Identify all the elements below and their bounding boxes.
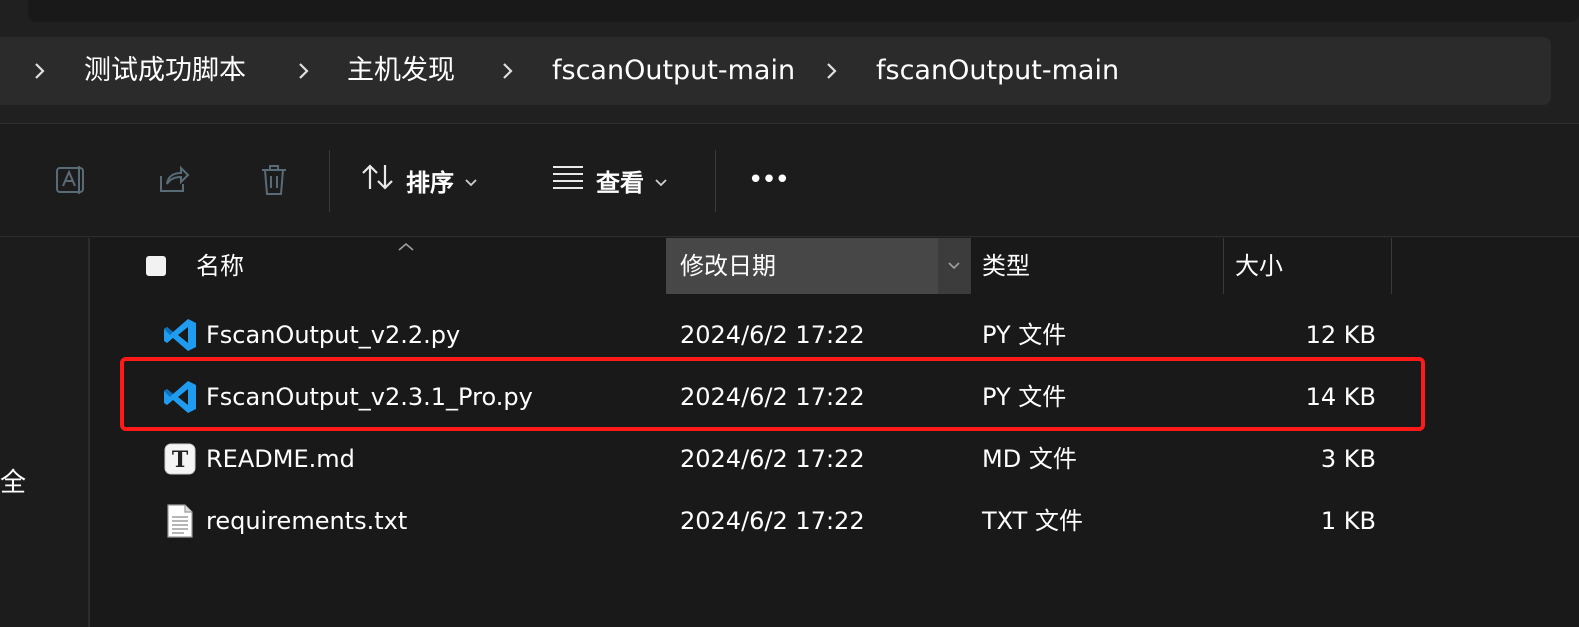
file-date: 2024/6/2 17:22 (680, 321, 865, 349)
sort-icon (360, 162, 396, 198)
markdown-file-icon: T (162, 441, 198, 477)
trash-icon[interactable] (254, 160, 294, 200)
chevron-right-icon[interactable] (292, 37, 316, 105)
toolbar-divider (715, 150, 716, 212)
navigation-pane (0, 238, 90, 627)
chevron-down-icon (464, 166, 478, 194)
select-all-checkbox[interactable] (146, 256, 166, 276)
view-button[interactable]: 查看 (550, 154, 668, 206)
column-dropdown[interactable] (938, 238, 970, 294)
file-type: PY 文件 (982, 383, 1067, 411)
list-view-icon (550, 164, 586, 196)
file-row[interactable]: FscanOutput_v2.3.1_Pro.py 2024/6/2 17:22… (90, 366, 1579, 428)
nav-item-partial[interactable]: 全 (0, 462, 26, 499)
file-size: 3 KB (1320, 445, 1376, 473)
file-size: 12 KB (1305, 321, 1376, 349)
file-name: README.md (206, 445, 355, 473)
file-row[interactable]: requirements.txt 2024/6/2 17:22 TXT 文件 1… (90, 490, 1579, 552)
column-header-type[interactable]: 类型 (982, 238, 1030, 294)
chevron-right-icon[interactable] (820, 37, 844, 105)
breadcrumb-item-fscanoutput-main[interactable]: fscanOutput-main (552, 37, 795, 105)
view-label: 查看 (596, 168, 644, 197)
share-icon[interactable] (153, 160, 193, 200)
column-header-name[interactable]: 名称 (196, 238, 244, 294)
file-size: 14 KB (1305, 383, 1376, 411)
file-size: 1 KB (1320, 507, 1376, 535)
chevron-down-icon (654, 166, 668, 194)
file-date: 2024/6/2 17:22 (680, 383, 865, 411)
command-bar: 排序 查看 ••• (0, 123, 1579, 237)
address-bar[interactable]: 测试成功脚本 主机发现 fscanOutput-main fscanOutput… (0, 37, 1551, 105)
toolbar-divider (329, 150, 330, 212)
file-row[interactable]: FscanOutput_v2.2.py 2024/6/2 17:22 PY 文件… (90, 304, 1579, 366)
column-header-size[interactable]: 大小 (1235, 238, 1283, 294)
breadcrumb-item-scripts[interactable]: 测试成功脚本 (84, 37, 246, 105)
sort-ascending-icon (396, 238, 416, 257)
breadcrumb-item-host-discovery[interactable]: 主机发现 (347, 37, 455, 105)
top-strip (28, 0, 1579, 22)
chevron-right-icon[interactable] (28, 37, 52, 105)
file-date: 2024/6/2 17:22 (680, 445, 865, 473)
file-type: MD 文件 (982, 445, 1077, 473)
file-name: FscanOutput_v2.3.1_Pro.py (206, 383, 533, 411)
more-icon: ••• (748, 165, 790, 195)
file-date: 2024/6/2 17:22 (680, 507, 865, 535)
sort-button[interactable]: 排序 (360, 154, 478, 206)
file-row[interactable]: T README.md 2024/6/2 17:22 MD 文件 3 KB (90, 428, 1579, 490)
chevron-right-icon[interactable] (496, 37, 520, 105)
column-divider[interactable] (1391, 238, 1392, 294)
file-list: 名称 修改日期 类型 大小 FscanOutput_v2.2.py 2024/6… (90, 238, 1579, 627)
file-type: PY 文件 (982, 321, 1067, 349)
vscode-python-icon (162, 379, 198, 415)
text-file-icon (162, 503, 198, 539)
breadcrumb-item-current[interactable]: fscanOutput-main (876, 37, 1119, 105)
title-area: 测试成功脚本 主机发现 fscanOutput-main fscanOutput… (0, 0, 1579, 123)
sort-label: 排序 (406, 168, 454, 197)
column-divider[interactable] (1223, 238, 1224, 294)
more-options-button[interactable]: ••• (748, 154, 790, 206)
column-divider[interactable] (970, 238, 971, 294)
file-name: requirements.txt (206, 507, 408, 535)
file-name: FscanOutput_v2.2.py (206, 321, 461, 349)
file-type: TXT 文件 (982, 507, 1083, 535)
column-header-date[interactable]: 修改日期 (680, 238, 776, 294)
vscode-python-icon (162, 317, 198, 353)
rename-icon[interactable] (50, 160, 90, 200)
svg-text:T: T (172, 447, 189, 473)
